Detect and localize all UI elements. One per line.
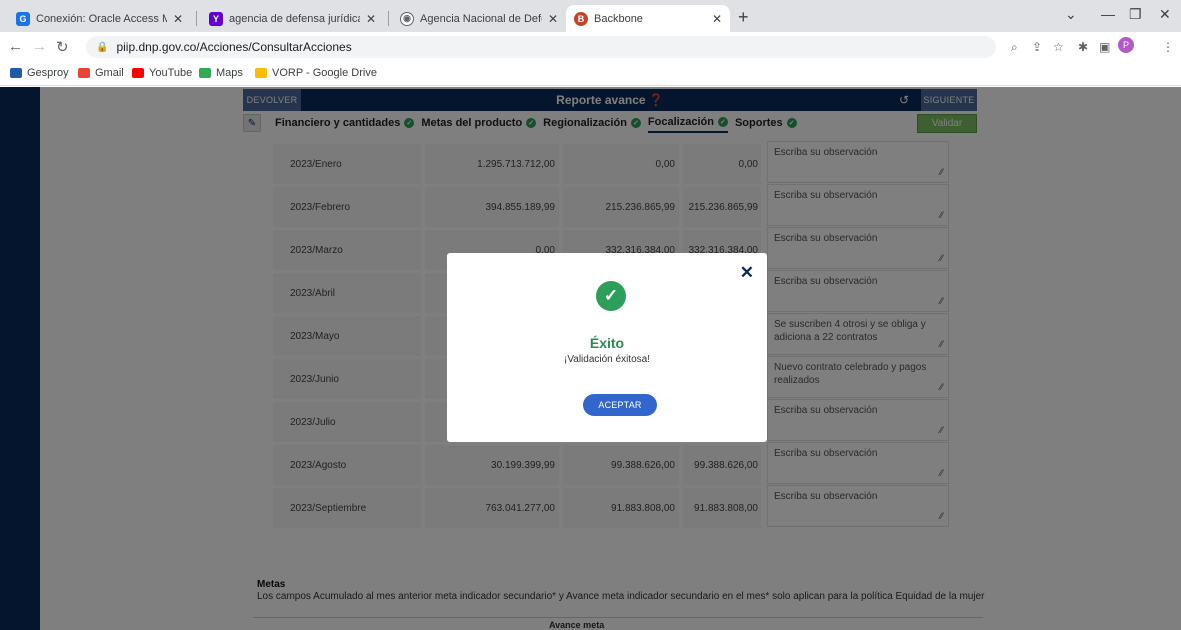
new-tab-button[interactable]: + (738, 7, 749, 28)
chevron-down-icon[interactable]: ⌄ (1065, 6, 1077, 23)
tab-separator (388, 11, 389, 26)
close-icon[interactable]: ✕ (712, 12, 722, 26)
youtube-icon (132, 68, 144, 78)
zoom-icon[interactable]: ⌕ (1011, 40, 1018, 55)
google-drive-icon (255, 68, 267, 78)
maps-icon (199, 68, 211, 78)
bookmark-item[interactable]: YouTube (132, 67, 192, 79)
dialog-message: ¡Validación éxitosa! (564, 354, 650, 365)
tab-separator (196, 11, 197, 26)
gesproy-icon (10, 68, 22, 78)
extensions-icon[interactable]: ✱ (1078, 40, 1088, 54)
dialog-title: Éxito (589, 335, 625, 351)
close-window-icon[interactable]: ✕ (1159, 6, 1171, 23)
tab-title: Agencia Nacional de Defensa Ju (420, 12, 542, 25)
browser-tab[interactable]: Y agencia de defensa jurídica del ✕ (201, 5, 384, 32)
restore-icon[interactable]: ❐ (1129, 6, 1142, 23)
browser-tab[interactable]: G Conexión: Oracle Access Manag ✕ (8, 5, 191, 32)
bookmark-item[interactable]: Gesproy (10, 67, 69, 79)
close-icon[interactable]: ✕ (548, 12, 558, 26)
check-circle-icon: ✓ (596, 281, 626, 311)
accept-button[interactable]: ACEPTAR (583, 394, 657, 416)
star-icon[interactable]: ☆ (1053, 40, 1064, 54)
back-icon[interactable]: ← (8, 38, 23, 55)
modal-backdrop: ✕ ✓ Éxito ¡Validación éxitosa! ACEPTAR (0, 87, 1181, 630)
oracle-icon: G (16, 11, 30, 26)
bookmarks-bar: Gesproy Gmail YouTube Maps VORP - Google… (0, 62, 1181, 86)
share-icon[interactable]: ⇪ (1032, 40, 1042, 54)
close-icon[interactable]: ✕ (740, 263, 754, 283)
reload-icon[interactable]: ↻ (56, 38, 69, 56)
browser-toolbar: ← → ↻ 🔒 piip.dnp.gov.co/Acciones/Consult… (0, 32, 1181, 62)
browser-tab[interactable]: ◉ Agencia Nacional de Defensa Ju ✕ (392, 5, 566, 32)
bookmark-label: VORP - Google Drive (272, 67, 377, 79)
browser-tabstrip: G Conexión: Oracle Access Manag ✕ Y agen… (0, 0, 1181, 32)
backbone-icon: B (574, 11, 588, 26)
tab-title: Backbone (594, 12, 643, 25)
profile-avatar[interactable]: P (1118, 37, 1134, 53)
success-dialog: ✕ ✓ Éxito ¡Validación éxitosa! ACEPTAR (447, 253, 767, 442)
menu-icon[interactable]: ⋮ (1162, 40, 1174, 54)
forward-icon[interactable]: → (32, 38, 47, 55)
url-text: piip.dnp.gov.co/Acciones/ConsultarAccion… (116, 40, 352, 54)
close-icon[interactable]: ✕ (173, 12, 183, 26)
tab-title: agencia de defensa jurídica del (229, 12, 360, 25)
lock-icon: 🔒 (96, 41, 109, 53)
address-bar[interactable]: 🔒 piip.dnp.gov.co/Acciones/ConsultarAcci… (86, 36, 996, 58)
bookmark-label: Maps (216, 67, 243, 79)
bookmark-item[interactable]: VORP - Google Drive (255, 67, 377, 79)
minimize-icon[interactable]: — (1101, 6, 1115, 22)
bookmark-label: YouTube (149, 67, 193, 79)
bookmark-item[interactable]: Maps (199, 67, 243, 79)
tab-title: Conexión: Oracle Access Manag (36, 12, 167, 25)
gmail-icon (78, 68, 90, 78)
browser-tab-active[interactable]: B Backbone ✕ (566, 5, 730, 32)
sidepanel-icon[interactable]: ▣ (1099, 40, 1110, 54)
bookmark-label: Gmail (95, 67, 124, 79)
yahoo-icon: Y (209, 11, 223, 26)
bookmark-item[interactable]: Gmail (78, 67, 124, 79)
bookmark-label: Gesproy (27, 67, 69, 79)
close-icon[interactable]: ✕ (366, 12, 376, 26)
globe-icon: ◉ (400, 11, 414, 26)
